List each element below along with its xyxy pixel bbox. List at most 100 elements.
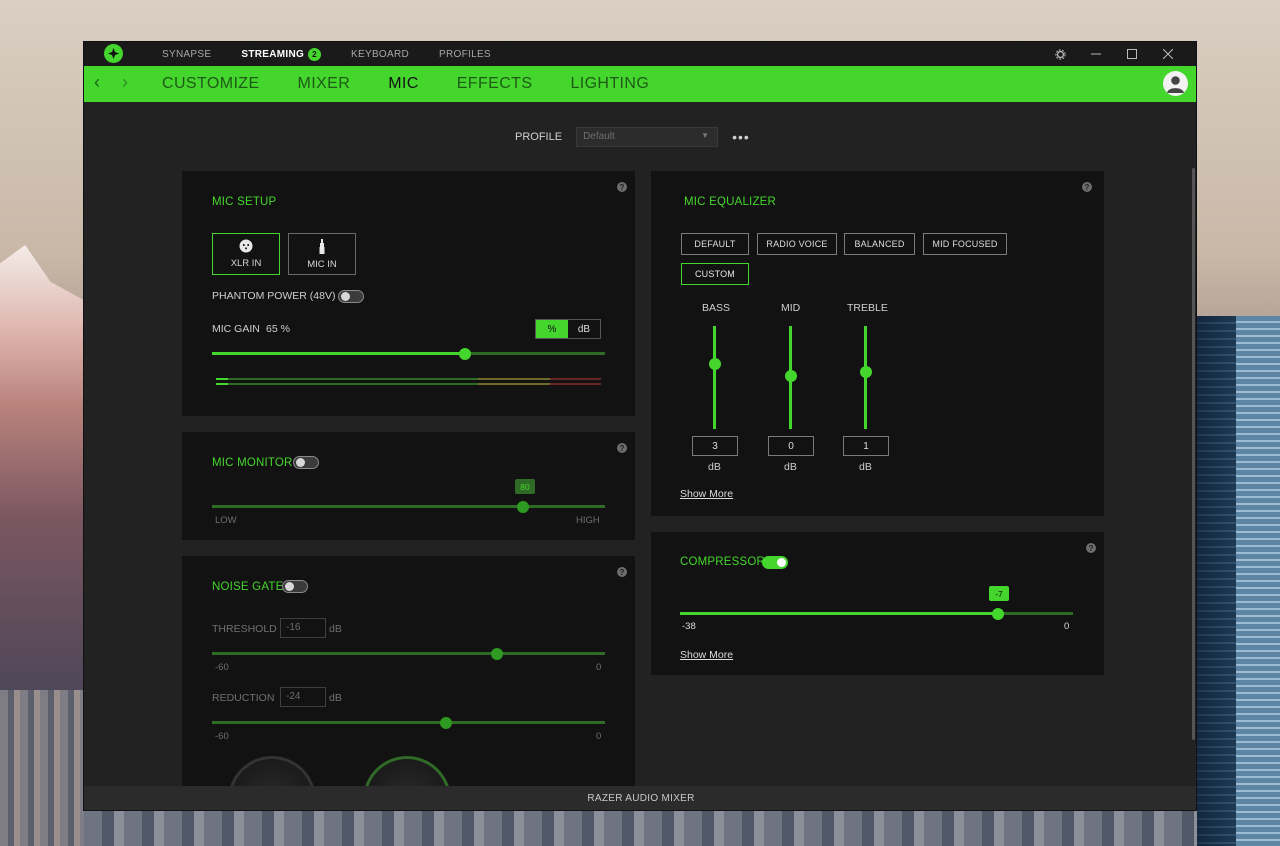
- compressor-toggle[interactable]: [762, 556, 788, 569]
- unit-db-button[interactable]: dB: [568, 320, 600, 338]
- user-avatar[interactable]: [1163, 71, 1188, 96]
- main-content: PROFILE Default ▼ ••• ? MIC SETUP XLR IN…: [84, 102, 1196, 810]
- threshold-slider-thumb[interactable]: [491, 648, 503, 660]
- eq-bass-unit: dB: [708, 461, 721, 473]
- toggle-knob: [777, 558, 786, 567]
- eq-bass-track: [713, 326, 716, 429]
- help-icon[interactable]: ?: [617, 182, 627, 192]
- xlr-in-label: XLR IN: [230, 258, 262, 269]
- gear-icon: [1054, 48, 1066, 60]
- unit-percent-button[interactable]: %: [536, 320, 568, 338]
- help-icon[interactable]: ?: [617, 567, 627, 577]
- mic-gain-slider-thumb[interactable]: [459, 348, 471, 360]
- phantom-power-toggle[interactable]: [338, 290, 364, 303]
- minimize-icon: [1091, 53, 1101, 55]
- eq-treble-slider-thumb[interactable]: [860, 366, 872, 378]
- eq-preset-mid-focused[interactable]: MID FOCUSED: [923, 233, 1007, 255]
- meter-yellow-top: [478, 378, 550, 380]
- threshold-input[interactable]: -16: [280, 618, 326, 638]
- top-tab-keyboard[interactable]: KEYBOARD: [351, 49, 409, 60]
- help-icon[interactable]: ?: [1086, 543, 1096, 553]
- compressor-panel: ? COMPRESSOR -7 -38 0 Show More: [651, 532, 1104, 675]
- tab-mic[interactable]: MIC: [388, 75, 419, 93]
- reduction-min-label: -60: [215, 731, 229, 742]
- tab-customize[interactable]: CUSTOMIZE: [162, 75, 260, 93]
- compressor-max-label: 0: [1064, 621, 1070, 632]
- toggle-knob: [341, 292, 350, 301]
- reduction-label: REDUCTION: [212, 692, 275, 704]
- vertical-scrollbar[interactable]: [1192, 168, 1195, 740]
- phantom-power-label: PHANTOM POWER (48V): [212, 290, 336, 302]
- top-tab-label: SYNAPSE: [162, 48, 212, 60]
- threshold-max-label: 0: [596, 662, 602, 673]
- xlr-icon: [239, 239, 253, 253]
- toggle-knob: [285, 582, 294, 591]
- top-tab-streaming[interactable]: STREAMING 2: [241, 47, 322, 61]
- tab-lighting[interactable]: LIGHTING: [570, 75, 649, 93]
- profile-label: PROFILE: [515, 131, 563, 143]
- top-tab-profiles[interactable]: PROFILES: [439, 49, 491, 60]
- close-button[interactable]: [1150, 42, 1186, 66]
- mic-monitor-toggle[interactable]: [293, 456, 319, 469]
- help-icon[interactable]: ?: [1082, 182, 1092, 192]
- mic-gain-value: 65 %: [266, 323, 290, 335]
- threshold-label: THRESHOLD: [212, 623, 277, 635]
- reduction-max-label: 0: [596, 731, 602, 742]
- wallpaper-city-bottom: [84, 810, 1197, 846]
- mic-gain-label: MIC GAIN: [212, 323, 260, 335]
- top-tab-synapse[interactable]: SYNAPSE: [162, 49, 211, 60]
- back-arrow-icon[interactable]: ‹: [94, 72, 100, 93]
- compressor-slider-thumb[interactable]: [992, 608, 1004, 620]
- maximize-button[interactable]: [1114, 42, 1150, 66]
- mic-monitor-slider-thumb[interactable]: [517, 501, 529, 513]
- eq-preset-custom[interactable]: CUSTOM: [681, 263, 749, 285]
- more-options-icon[interactable]: •••: [732, 129, 750, 145]
- eq-bass-input[interactable]: 3: [692, 436, 738, 456]
- compressor-show-more-link[interactable]: Show More: [680, 649, 733, 661]
- xlr-in-button[interactable]: XLR IN: [212, 233, 280, 275]
- tab-effects[interactable]: EFFECTS: [457, 75, 533, 93]
- top-tab-label: PROFILES: [439, 48, 491, 60]
- eq-bass-label: BASS: [702, 302, 731, 314]
- mic-monitor-track: [212, 505, 605, 508]
- eq-bass-slider-thumb[interactable]: [709, 358, 721, 370]
- app-window: SYNAPSE STREAMING 2 KEYBOARD PROFILES ‹ ›…: [83, 41, 1197, 811]
- reduction-input[interactable]: -24: [280, 687, 326, 707]
- mic-gain-unit: %: [280, 323, 290, 335]
- help-icon[interactable]: ?: [617, 443, 627, 453]
- mic-in-label: MIC IN: [307, 258, 337, 270]
- noise-gate-toggle[interactable]: [282, 580, 308, 593]
- mic-monitor-panel: ? MIC MONITOR 80 LOW HIGH: [182, 432, 635, 540]
- meter-yellow-bottom: [478, 383, 550, 385]
- mic-in-button[interactable]: MIC IN: [288, 233, 356, 275]
- eq-show-more-link[interactable]: Show More: [680, 488, 733, 500]
- forward-arrow-icon[interactable]: ›: [122, 72, 128, 93]
- razer-logo-icon[interactable]: [104, 44, 123, 63]
- compressor-title: COMPRESSOR: [680, 556, 766, 568]
- mic-monitor-value-tag: 80: [515, 479, 535, 494]
- eq-mid-input[interactable]: 0: [768, 436, 814, 456]
- maximize-icon: [1127, 49, 1137, 59]
- compressor-value-tag: -7: [989, 586, 1009, 601]
- eq-preset-default[interactable]: DEFAULT: [681, 233, 749, 255]
- compressor-min-label: -38: [682, 621, 696, 632]
- mic-monitor-high-label: HIGH: [576, 515, 600, 526]
- reduction-slider-thumb[interactable]: [440, 717, 452, 729]
- reduction-track: [212, 721, 605, 724]
- eq-mid-slider-thumb[interactable]: [785, 370, 797, 382]
- top-tab-label: STREAMING: [241, 48, 305, 60]
- eq-preset-radio-voice[interactable]: RADIO VOICE: [757, 233, 837, 255]
- nav-bar: ‹ › CUSTOMIZE MIXER MIC EFFECTS LIGHTING: [84, 66, 1196, 102]
- wallpaper-tower-facade: [1236, 316, 1280, 846]
- eq-treble-input[interactable]: 1: [843, 436, 889, 456]
- mic-setup-panel: ? MIC SETUP XLR IN MIC IN PHANTOM POWER …: [182, 171, 635, 416]
- profile-dropdown[interactable]: Default ▼: [576, 127, 719, 147]
- tab-mixer[interactable]: MIXER: [298, 75, 351, 93]
- mic-gain-fill: [212, 352, 465, 355]
- notification-badge: 2: [308, 47, 322, 61]
- minimize-button[interactable]: [1078, 42, 1114, 66]
- wallpaper-mountain: [0, 245, 84, 705]
- settings-button[interactable]: [1042, 42, 1078, 66]
- threshold-track: [212, 652, 605, 655]
- eq-preset-balanced[interactable]: BALANCED: [844, 233, 915, 255]
